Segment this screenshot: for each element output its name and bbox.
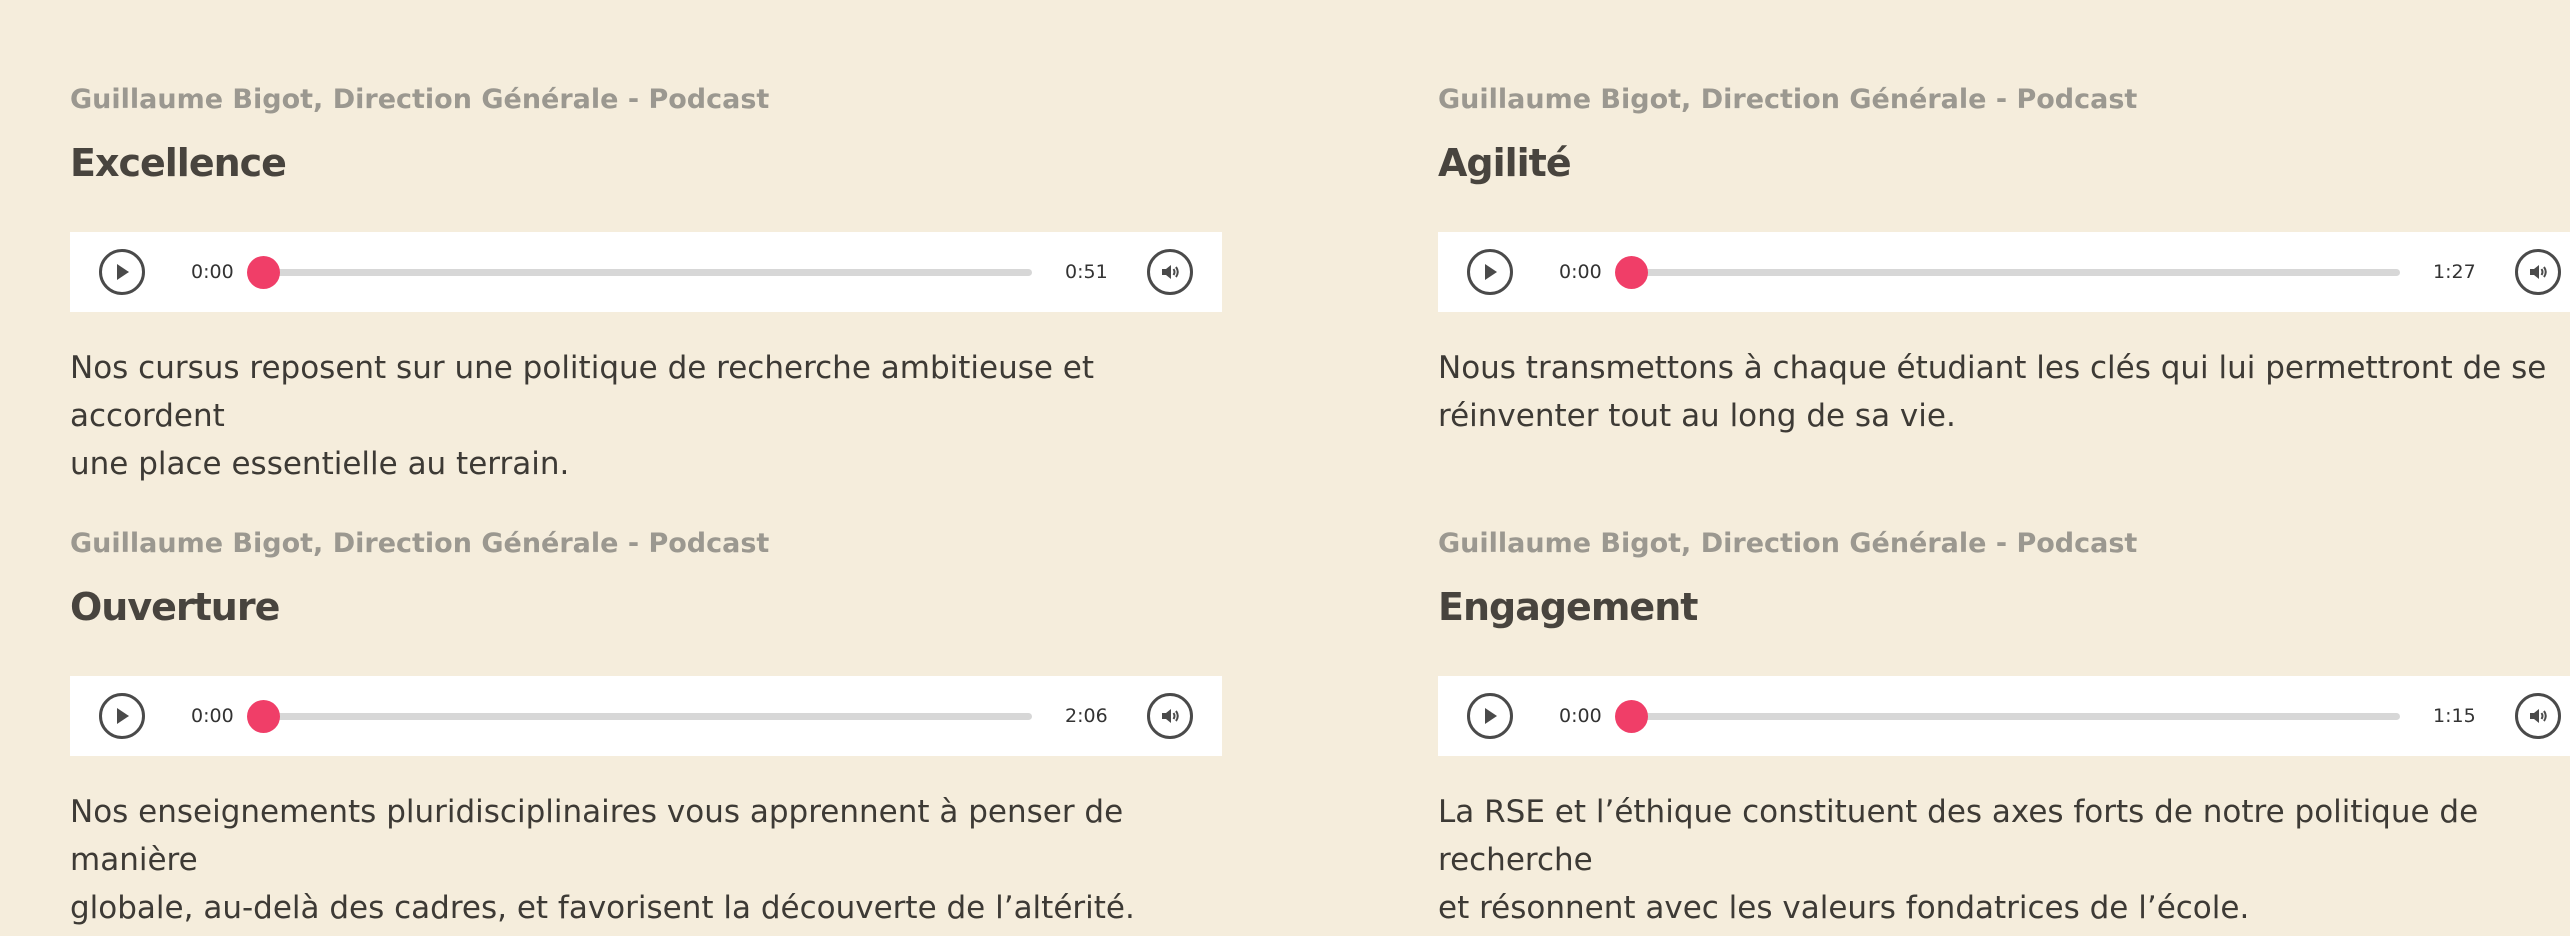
volume-button[interactable] (2515, 249, 2561, 295)
description-line: et résonnent avec les valeurs fondatrice… (1438, 890, 2250, 926)
seek-track[interactable] (262, 269, 1032, 276)
volume-button[interactable] (2515, 693, 2561, 739)
seek-track[interactable] (1630, 713, 2400, 720)
seek-thumb[interactable] (1614, 700, 1648, 733)
podcast-description: Nous transmettons à chaque étudiant les … (1438, 344, 2570, 440)
duration: 1:27 (2433, 261, 2476, 283)
play-button[interactable] (99, 249, 145, 295)
play-button[interactable] (1467, 249, 1513, 295)
podcast-title: Engagement (1438, 585, 1698, 629)
seek-track[interactable] (262, 713, 1032, 720)
volume-icon (1162, 265, 1179, 279)
audio-player: 0:00 2:06 (70, 676, 1222, 756)
description-line: Nos enseignements pluridisciplinaires vo… (70, 794, 1124, 878)
description-line: Nous transmettons à chaque étudiant les … (1438, 350, 2547, 386)
play-icon (1485, 708, 1497, 724)
volume-icon (1162, 709, 1179, 723)
current-time: 0:00 (1559, 261, 1602, 283)
podcast-title: Agilité (1438, 141, 1572, 185)
podcast-title: Excellence (70, 141, 287, 185)
play-icon (117, 708, 129, 724)
volume-button[interactable] (1147, 693, 1193, 739)
duration: 2:06 (1065, 705, 1108, 727)
audio-player: 0:00 0:51 (70, 232, 1222, 312)
seek-thumb[interactable] (246, 256, 280, 289)
podcast-card-engagement: Guillaume Bigot, Direction Générale - Po… (1438, 526, 2570, 926)
podcast-author: Guillaume Bigot, Direction Générale - Po… (70, 528, 770, 559)
description-line: La RSE et l’éthique constituent des axes… (1438, 794, 2479, 878)
seek-thumb[interactable] (1614, 256, 1648, 289)
volume-button[interactable] (1147, 249, 1193, 295)
podcast-description: La RSE et l’éthique constituent des axes… (1438, 788, 2570, 932)
description-line: globale, au-delà des cadres, et favorise… (70, 890, 1135, 926)
play-icon (117, 264, 129, 280)
description-line: Nos cursus reposent sur une politique de… (70, 350, 1095, 434)
audio-player: 0:00 1:27 (1438, 232, 2570, 312)
podcast-description: Nos cursus reposent sur une politique de… (70, 344, 1250, 488)
duration: 1:15 (2433, 705, 2476, 727)
description-line: réinventer tout au long de sa vie. (1438, 398, 1956, 434)
duration: 0:51 (1065, 261, 1108, 283)
podcast-card-excellence: Guillaume Bigot, Direction Générale - Po… (70, 82, 1230, 482)
podcast-author: Guillaume Bigot, Direction Générale - Po… (1438, 528, 2138, 559)
current-time: 0:00 (1559, 705, 1602, 727)
podcast-description: Nos enseignements pluridisciplinaires vo… (70, 788, 1250, 932)
play-button[interactable] (99, 693, 145, 739)
seek-track[interactable] (1630, 269, 2400, 276)
podcast-card-ouverture: Guillaume Bigot, Direction Générale - Po… (70, 526, 1230, 926)
current-time: 0:00 (191, 705, 234, 727)
seek-thumb[interactable] (246, 700, 280, 733)
podcast-title: Ouverture (70, 585, 280, 629)
volume-icon (2530, 709, 2547, 723)
podcast-card-agilite: Guillaume Bigot, Direction Générale - Po… (1438, 82, 2570, 434)
podcast-author: Guillaume Bigot, Direction Générale - Po… (70, 84, 770, 115)
volume-icon (2530, 265, 2547, 279)
current-time: 0:00 (191, 261, 234, 283)
audio-player: 0:00 1:15 (1438, 676, 2570, 756)
description-line: une place essentielle au terrain. (70, 446, 570, 482)
play-button[interactable] (1467, 693, 1513, 739)
podcast-author: Guillaume Bigot, Direction Générale - Po… (1438, 84, 2138, 115)
play-icon (1485, 264, 1497, 280)
